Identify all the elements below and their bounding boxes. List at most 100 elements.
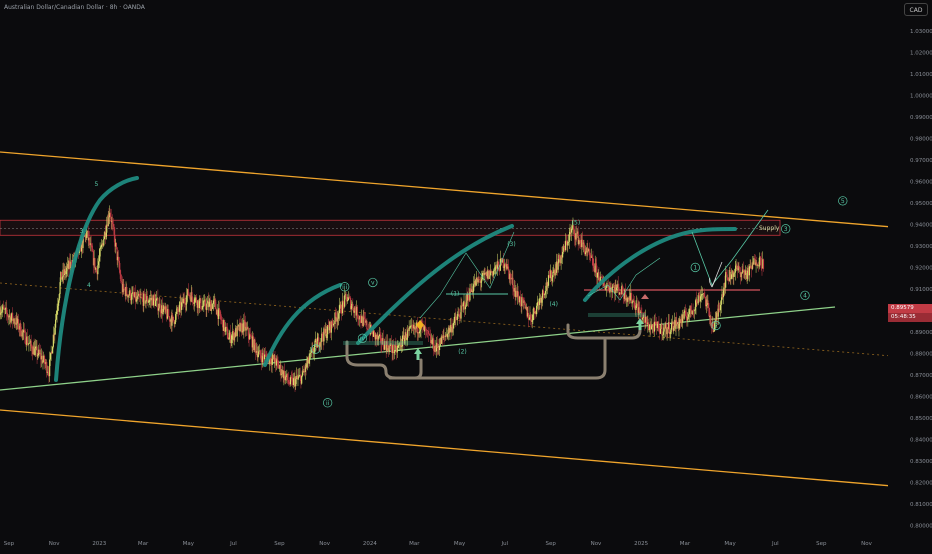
candle-body bbox=[203, 300, 205, 306]
candle-body bbox=[119, 269, 121, 275]
candle-body bbox=[409, 327, 411, 329]
candle-body bbox=[278, 363, 280, 369]
candle-body bbox=[475, 279, 477, 286]
candle-body bbox=[645, 316, 647, 325]
price-tick-label: 0.94000 bbox=[910, 223, 932, 229]
candle-body bbox=[453, 317, 455, 323]
candle-body bbox=[141, 297, 143, 299]
time-tick-label: Sep bbox=[4, 541, 15, 547]
candle-body bbox=[449, 328, 451, 333]
candle-body bbox=[567, 241, 570, 243]
candle-body bbox=[718, 308, 720, 310]
candle-body bbox=[208, 301, 210, 308]
candle-body bbox=[42, 360, 44, 363]
candle-body bbox=[659, 328, 662, 334]
candle-body bbox=[571, 226, 573, 229]
price-tick-label: 0.81000 bbox=[910, 502, 932, 508]
time-tick-label: 2023 bbox=[92, 541, 106, 547]
demand-zone-2024 bbox=[343, 341, 423, 345]
candle-body bbox=[539, 298, 541, 305]
candle-body bbox=[112, 221, 114, 225]
candle-body bbox=[281, 374, 283, 375]
candle-body bbox=[734, 268, 736, 273]
price-tick-label: 0.82000 bbox=[910, 480, 932, 486]
candle-body bbox=[579, 240, 581, 244]
wave-label-text: v bbox=[371, 280, 375, 287]
candle-body bbox=[636, 303, 639, 307]
candle-body bbox=[308, 359, 310, 364]
candle-body bbox=[110, 216, 112, 223]
candle-body bbox=[340, 304, 342, 314]
candle-body bbox=[528, 319, 530, 320]
candle-body bbox=[532, 313, 534, 321]
candle-body bbox=[456, 316, 458, 320]
time-tick-label: Sep bbox=[816, 541, 827, 547]
candle bbox=[655, 321, 657, 325]
candle-body bbox=[493, 270, 495, 276]
candle-body bbox=[159, 303, 161, 313]
candle-body bbox=[359, 316, 361, 321]
candle-body bbox=[319, 341, 321, 347]
candle-body bbox=[86, 231, 88, 239]
wave-label-text: (2) bbox=[458, 348, 467, 355]
candle-body bbox=[120, 274, 122, 282]
candle-body bbox=[521, 297, 523, 306]
candle-body bbox=[0, 312, 2, 315]
candle-body bbox=[126, 286, 128, 295]
wave-label-text: 5 bbox=[841, 198, 845, 205]
candle-body bbox=[269, 357, 272, 363]
candle-body bbox=[212, 300, 215, 304]
candle-body bbox=[497, 261, 499, 265]
candle-body bbox=[316, 340, 318, 348]
candle-body bbox=[153, 295, 155, 299]
candle-body bbox=[531, 320, 533, 322]
price-tick-label: 1.01000 bbox=[910, 72, 932, 78]
candle-body bbox=[195, 297, 198, 304]
candle-body bbox=[604, 288, 607, 290]
wave-label: 5 bbox=[94, 181, 98, 188]
candle-body bbox=[683, 311, 685, 319]
candle-body bbox=[427, 330, 430, 334]
currency-badge[interactable]: CAD bbox=[904, 3, 928, 16]
candle-body bbox=[536, 305, 538, 315]
candle-body bbox=[240, 322, 242, 324]
candle-body bbox=[424, 326, 427, 330]
candle-body bbox=[100, 244, 103, 248]
candle-body bbox=[697, 295, 699, 304]
candle-body bbox=[185, 303, 187, 305]
candle-body bbox=[725, 272, 728, 275]
price-tick-label: 1.03000 bbox=[910, 29, 932, 35]
candle-body bbox=[254, 339, 256, 346]
demand-zone-2025 bbox=[588, 313, 646, 317]
candle-body bbox=[661, 324, 663, 336]
candle-body bbox=[155, 300, 157, 306]
candle-body bbox=[503, 266, 505, 268]
candle-body bbox=[547, 285, 549, 287]
candle-body bbox=[99, 248, 101, 257]
wave-label: (2) bbox=[458, 348, 467, 355]
candle-body bbox=[727, 277, 729, 281]
candle-body bbox=[473, 284, 475, 291]
candle bbox=[52, 346, 54, 354]
candle-body bbox=[630, 293, 633, 304]
time-axis-panel bbox=[0, 537, 888, 550]
wave-label-text: (1) bbox=[451, 290, 460, 297]
candle-body bbox=[186, 295, 188, 304]
candle-body bbox=[34, 348, 36, 356]
candle-body bbox=[739, 267, 741, 272]
candle-body bbox=[687, 316, 689, 321]
candle-body bbox=[617, 284, 619, 288]
time-tick-label: Mar bbox=[680, 541, 691, 547]
candle-body bbox=[3, 306, 5, 309]
candle-body bbox=[694, 306, 696, 311]
candle-body bbox=[362, 316, 364, 326]
candle-body bbox=[354, 307, 356, 311]
symbol-title: Australian Dollar/Canadian Dollar · 8h ·… bbox=[4, 4, 145, 11]
wave-label-text: 3 bbox=[80, 228, 84, 235]
candle-body bbox=[736, 265, 738, 268]
candle-body bbox=[172, 316, 175, 321]
candle-body bbox=[271, 358, 273, 365]
candle-body bbox=[295, 378, 297, 387]
time-tick-label: Sep bbox=[546, 541, 557, 547]
candle-body bbox=[593, 266, 595, 269]
